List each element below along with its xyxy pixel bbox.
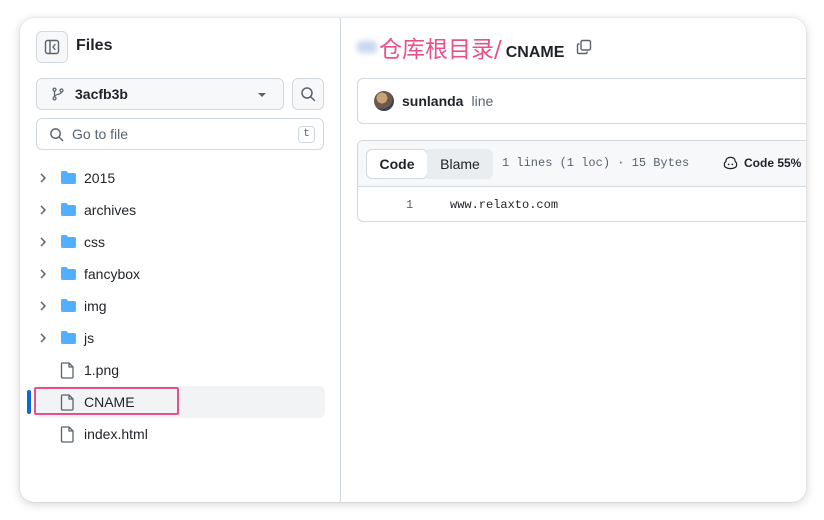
avatar[interactable] <box>374 91 394 111</box>
sidebar-collapse-icon <box>44 39 60 55</box>
tree-item-label: 1.png <box>84 362 120 378</box>
breadcrumb-annotation: 仓库根目录 <box>379 37 494 63</box>
tree-item-file[interactable]: index.html <box>34 418 325 450</box>
tree-item-folder[interactable]: img <box>34 290 325 322</box>
folder-icon <box>61 331 76 344</box>
go-to-file-input[interactable] <box>72 126 272 142</box>
app-window: Files 3acfb3b t <box>20 18 806 502</box>
folder-icon <box>61 171 76 184</box>
breadcrumb: 仓库根目录 / CNAME <box>357 30 592 64</box>
tree-item-label: css <box>84 234 105 250</box>
commit-author[interactable]: sunlanda <box>402 93 463 109</box>
file-tree-sidebar: Files 3acfb3b t <box>20 18 341 502</box>
line-content: www.relaxto.com <box>450 198 559 212</box>
chevron-right-icon[interactable] <box>39 269 47 279</box>
file-stats: 1 lines (1 loc) · 15 Bytes <box>502 156 690 170</box>
tree-item-label: CNAME <box>84 394 135 410</box>
breadcrumb-separator: / <box>494 37 502 63</box>
tree-item-folder[interactable]: css <box>34 226 325 258</box>
search-icon <box>301 87 316 102</box>
file-content-box: Code Blame 1 lines (1 loc) · 15 Bytes Co… <box>357 140 806 222</box>
branch-name: 3acfb3b <box>75 86 128 102</box>
tab-blame[interactable]: Blame <box>427 149 493 179</box>
folder-icon <box>61 267 76 280</box>
file-icon <box>60 394 74 411</box>
copilot-button[interactable]: Code 55% <box>723 156 801 170</box>
collapse-sidebar-button[interactable] <box>36 31 68 63</box>
branch-selector-button[interactable]: 3acfb3b <box>36 78 284 110</box>
chevron-right-icon[interactable] <box>39 237 47 247</box>
tree-item-folder[interactable]: fancybox <box>34 258 325 290</box>
copilot-icon <box>723 156 738 170</box>
files-title: Files <box>76 37 113 54</box>
copy-icon[interactable] <box>576 39 592 55</box>
chevron-right-icon[interactable] <box>39 333 47 343</box>
caret-down-icon <box>258 93 266 97</box>
tree-item-label: archives <box>84 202 137 218</box>
tree-item-folder[interactable]: archives <box>34 194 325 226</box>
tree-item-label: 2015 <box>84 170 116 186</box>
breadcrumb-file-name: CNAME <box>505 44 565 61</box>
commit-message[interactable]: line <box>471 93 493 109</box>
tree-item-folder[interactable]: 2015 <box>34 162 325 194</box>
tree-item-file[interactable]: 1.png <box>34 354 325 386</box>
folder-icon <box>61 299 76 312</box>
chevron-right-icon[interactable] <box>39 301 47 311</box>
copilot-label: Code 55% <box>744 156 802 170</box>
chevron-right-icon[interactable] <box>39 173 47 183</box>
folder-icon <box>61 235 76 248</box>
line-number[interactable]: 1 <box>406 198 413 212</box>
file-header: Code Blame 1 lines (1 loc) · 15 Bytes Co… <box>358 141 806 187</box>
search-icon <box>50 127 64 141</box>
file-view-main: 仓库根目录 / CNAME sunlanda line Code Blame 1… <box>341 18 806 502</box>
latest-commit-bar: sunlanda line <box>357 78 806 124</box>
tree-item-label: js <box>84 330 95 346</box>
chevron-right-icon[interactable] <box>39 205 47 215</box>
file-tree: 2015 archives css fancybox img js 1.png … <box>20 162 341 450</box>
file-icon <box>60 426 74 443</box>
shortcut-hint: t <box>298 126 315 143</box>
tree-item-label: index.html <box>84 426 148 442</box>
tab-code[interactable]: Code <box>366 149 428 179</box>
folder-icon <box>61 203 76 216</box>
view-mode-toggle: Code Blame <box>366 149 493 179</box>
tree-item-label: img <box>84 298 107 314</box>
selection-indicator <box>27 390 31 414</box>
tree-item-label: fancybox <box>84 266 141 282</box>
code-line: 1 www.relaxto.com <box>358 187 806 221</box>
blurred-repo-name <box>357 41 377 53</box>
git-branch-icon <box>52 87 64 101</box>
tree-item-folder[interactable]: js <box>34 322 325 354</box>
tree-item-file-selected[interactable]: CNAME <box>27 386 325 418</box>
go-to-file-field[interactable]: t <box>36 118 324 150</box>
search-files-button[interactable] <box>292 78 324 110</box>
file-icon <box>60 362 74 379</box>
